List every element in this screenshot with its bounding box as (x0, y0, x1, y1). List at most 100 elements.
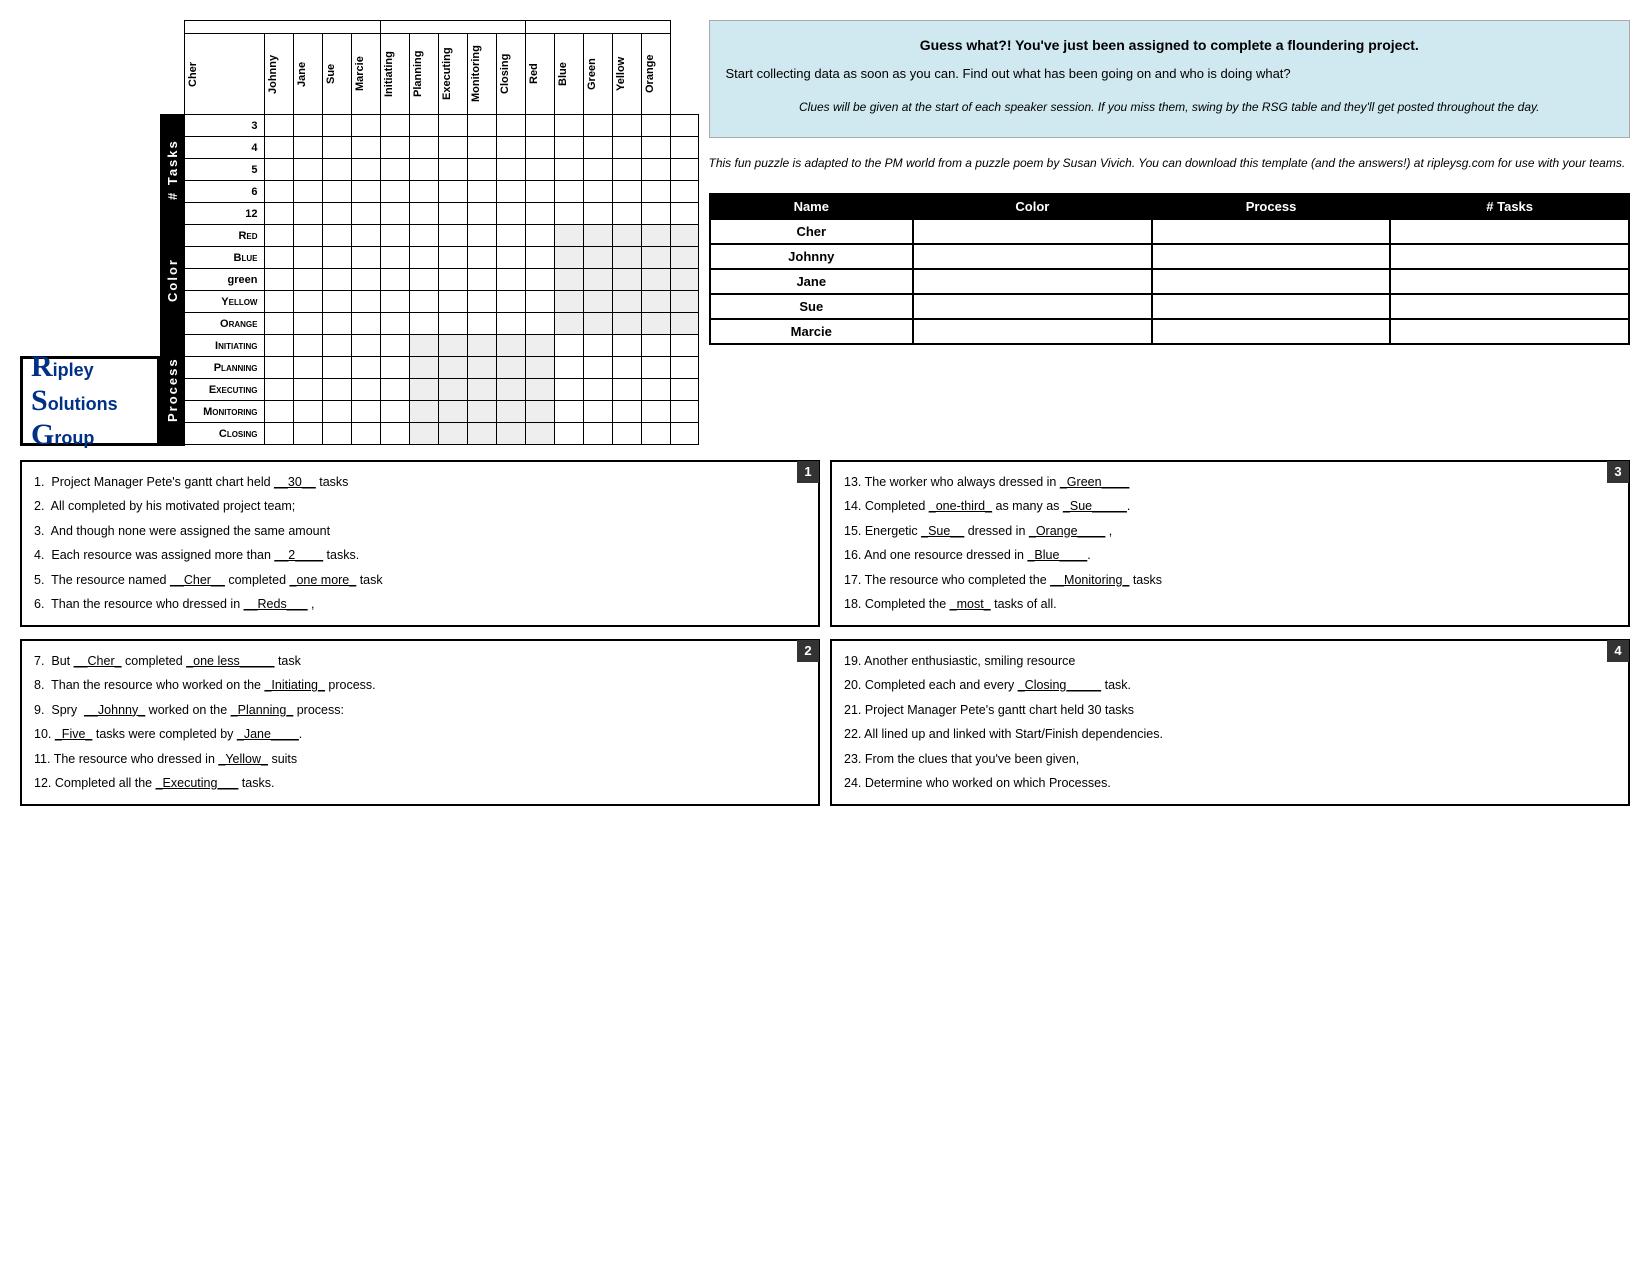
clue-4-2: 20. Completed each and every _Closing___… (844, 673, 1616, 698)
logo-solutions: olutions (48, 394, 118, 415)
cell-3-sue[interactable] (351, 115, 380, 137)
answer-color-sue[interactable] (913, 294, 1152, 319)
process-row-monitoring: Monitoring (161, 401, 698, 423)
tasks-row-4: 4 (161, 137, 698, 159)
clue-1-6: 6. Than the resource who dressed in __Re… (34, 592, 806, 617)
guess-box-title: Guess what?! You've just been assigned t… (726, 35, 1614, 56)
cell-3-initiating[interactable] (409, 115, 438, 137)
answer-color-jane[interactable] (913, 269, 1152, 294)
answer-process-sue[interactable] (1152, 294, 1391, 319)
answer-row-cher: Cher (710, 219, 1630, 244)
clue-4-3: 21. Project Manager Pete's gantt chart h… (844, 698, 1616, 723)
logo-box: R ipley S olutions G roup (20, 356, 160, 446)
answer-header-name: Name (710, 194, 914, 219)
answer-row-johnny: Johnny (710, 244, 1630, 269)
cell-3-yellow[interactable] (641, 115, 670, 137)
grid-area: R ipley S olutions G roup (20, 20, 699, 446)
guess-box-body2: Clues will be given at the start of each… (726, 92, 1614, 123)
clue-badge-4: 4 (1607, 640, 1629, 662)
col-jane: Jane (293, 34, 322, 115)
answer-process-jane[interactable] (1152, 269, 1391, 294)
answer-name-cher: Cher (710, 219, 914, 244)
clue-box-3: 3 13. The worker who always dressed in _… (830, 460, 1630, 627)
answer-process-johnny[interactable] (1152, 244, 1391, 269)
cell-3-johnny[interactable] (293, 115, 322, 137)
clue-3-3: 15. Energetic _Sue__ dressed in _Orange_… (844, 519, 1616, 544)
row-label-red: Red (184, 225, 264, 247)
info-panel: Guess what?! You've just been assigned t… (709, 20, 1631, 446)
color-row-blue: Blue (161, 247, 698, 269)
row-label-12: 12 (184, 203, 264, 225)
clue-badge-2: 2 (797, 640, 819, 662)
clue-3-5: 17. The resource who completed the __Mon… (844, 568, 1616, 593)
row-label-yellow: Yellow (184, 291, 264, 313)
answer-tasks-sue[interactable] (1390, 294, 1629, 319)
answer-row-sue: Sue (710, 294, 1630, 319)
cell-3-planning[interactable] (438, 115, 467, 137)
cell-3-marcie[interactable] (380, 115, 409, 137)
clue-2-2: 8. Than the resource who worked on the _… (34, 673, 806, 698)
answer-process-cher[interactable] (1152, 219, 1391, 244)
row-label-monitoring: Monitoring (184, 401, 264, 423)
logo-s: S (31, 384, 48, 418)
answer-row-jane: Jane (710, 269, 1630, 294)
guess-box-body3: This fun puzzle is adapted to the PM wor… (709, 154, 1631, 173)
color-row-green: green (161, 269, 698, 291)
resources-header: Resources (184, 21, 380, 34)
cell-3-cher[interactable] (264, 115, 293, 137)
col-blue: Blue (554, 34, 583, 115)
col-orange: Orange (641, 34, 670, 115)
tasks-row-5: 5 (161, 159, 698, 181)
top-section: R ipley S olutions G roup (20, 20, 1630, 446)
row-label-3: 3 (184, 115, 264, 137)
cell-3-jane[interactable] (322, 115, 351, 137)
answer-tasks-jane[interactable] (1390, 269, 1629, 294)
col-johnny: Johnny (264, 34, 293, 115)
cell-3-orange[interactable] (670, 115, 698, 137)
col-red: Red (525, 34, 554, 115)
col-marcie: Marcie (351, 34, 380, 115)
color-row-orange: Orange (161, 313, 698, 335)
cell-3-blue[interactable] (583, 115, 612, 137)
cell-3-monitoring[interactable] (496, 115, 525, 137)
clue-1-5: 5. The resource named __Cher__ completed… (34, 568, 806, 593)
tasks-row-3: # Tasks 3 (161, 115, 698, 137)
answer-name-marcie: Marcie (710, 319, 914, 344)
answer-process-marcie[interactable] (1152, 319, 1391, 344)
answer-tasks-johnny[interactable] (1390, 244, 1629, 269)
answer-color-cher[interactable] (913, 219, 1152, 244)
logo-group: roup (54, 428, 94, 449)
answer-row-marcie: Marcie (710, 319, 1630, 344)
clue-3-6: 18. Completed the _most_ tasks of all. (844, 592, 1616, 617)
clue-1-3: 3. And though none were assigned the sam… (34, 519, 806, 544)
process-row-closing: Closing (161, 423, 698, 445)
clue-4-6: 24. Determine who worked on which Proces… (844, 771, 1616, 796)
row-label-initiating: Initiating (184, 335, 264, 357)
color-group-label: Color (161, 225, 184, 335)
cell-3-green[interactable] (612, 115, 641, 137)
row-label-5: 5 (184, 159, 264, 181)
clue-box-1: 1 1. Project Manager Pete's gantt chart … (20, 460, 820, 627)
cell-3-red[interactable] (554, 115, 583, 137)
process-row-planning: Planning (161, 357, 698, 379)
cell-3-closing[interactable] (525, 115, 554, 137)
clue-1-4: 4. Each resource was assigned more than … (34, 543, 806, 568)
clue-2-5: 11. The resource who dressed in _Yellow_… (34, 747, 806, 772)
tasks-row-6: 6 (161, 181, 698, 203)
clue-section-top: 1 1. Project Manager Pete's gantt chart … (20, 460, 1630, 627)
col-planning: Planning (409, 34, 438, 115)
guess-box: Guess what?! You've just been assigned t… (709, 20, 1631, 138)
answer-color-marcie[interactable] (913, 319, 1152, 344)
answer-color-johnny[interactable] (913, 244, 1152, 269)
col-monitoring: Monitoring (467, 34, 496, 115)
logo-ripley: ipley (53, 360, 94, 381)
clue-4-4: 22. All lined up and linked with Start/F… (844, 722, 1616, 747)
answer-tasks-cher[interactable] (1390, 219, 1629, 244)
answer-tasks-marcie[interactable] (1390, 319, 1629, 344)
col-initiating: Initiating (380, 34, 409, 115)
row-label-6: 6 (184, 181, 264, 203)
row-label-orange: Orange (184, 313, 264, 335)
logo-g: G (31, 418, 54, 452)
clue-1-2: 2. All completed by his motivated projec… (34, 494, 806, 519)
cell-3-executing[interactable] (467, 115, 496, 137)
